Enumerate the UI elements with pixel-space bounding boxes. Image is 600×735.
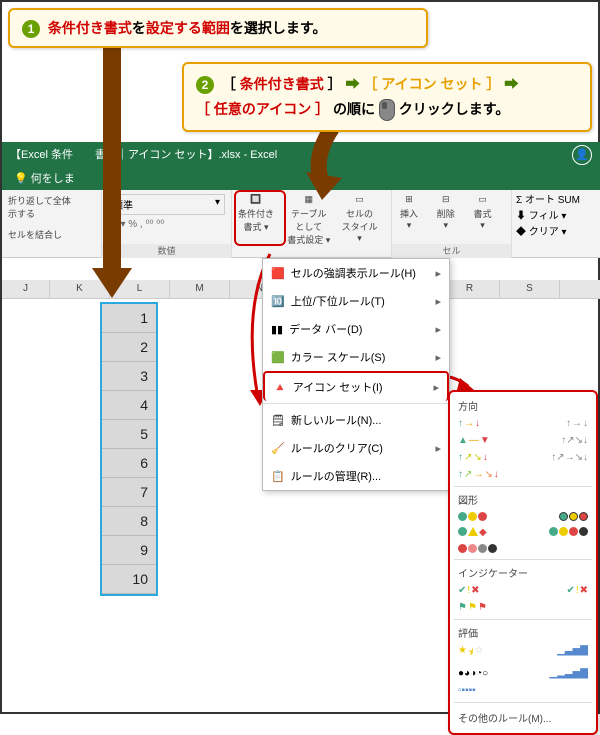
menu-icon-sets[interactable]: 🔺アイコン セット(I)▸ xyxy=(263,371,449,401)
section-direction: 方向 xyxy=(454,396,592,415)
menu-data-bars[interactable]: ▮▮データ バー(D)▸ xyxy=(263,315,449,343)
iconset-3triangles[interactable]: ▲—▼ xyxy=(458,435,490,446)
chevron-right-icon: ▸ xyxy=(435,295,441,308)
selected-range[interactable]: 1 2 3 4 5 6 7 8 9 10 xyxy=(100,302,158,596)
col-header[interactable]: S xyxy=(500,280,560,298)
cell[interactable]: 3 xyxy=(102,362,156,391)
iconset-3signs[interactable]: ◆ xyxy=(458,527,487,538)
col-header[interactable]: M xyxy=(170,280,230,298)
iconset-4bars[interactable]: ▁▃▅▇ xyxy=(557,645,588,662)
arrow-right-icon: ➡ xyxy=(346,76,360,92)
cell[interactable]: 2 xyxy=(102,333,156,362)
delete-icon: ⊟ xyxy=(433,194,459,205)
menu-manage-rules[interactable]: 📋ルールの管理(R)... xyxy=(263,462,449,490)
iconset-4arrows-gray[interactable]: ↑↗↘↓ xyxy=(561,435,588,446)
chevron-right-icon: ▸ xyxy=(435,351,441,364)
format-button[interactable]: ▭書式 ▾ xyxy=(466,190,500,233)
section-rating: 評価 xyxy=(454,623,592,642)
arrow-down-brown-1 xyxy=(72,38,152,298)
iconset-icon: 🔺 xyxy=(273,381,287,394)
highlight-cf-button xyxy=(234,190,286,246)
iconset-3stars[interactable]: ★⯨☆ xyxy=(458,645,483,662)
iconset-3traffic-rim[interactable] xyxy=(559,512,588,521)
menu-color-scales[interactable]: 🟩カラー スケール(S)▸ xyxy=(263,343,449,371)
share-icon[interactable]: 👤 xyxy=(572,145,592,165)
autosum-button[interactable]: Σ オート SUM xyxy=(516,193,598,209)
more-rules[interactable]: その他のルール(M)... xyxy=(454,706,592,729)
menu-new-rule[interactable]: 🗒新しいルール(N)... xyxy=(263,406,449,434)
iconset-5boxes[interactable]: ▫▪▪▪▪ xyxy=(458,685,476,696)
iconset-redblack[interactable] xyxy=(458,544,497,553)
chevron-right-icon: ▸ xyxy=(435,323,441,336)
clear-button[interactable]: ◆ クリア ▾ xyxy=(516,225,598,241)
col-header[interactable]: J xyxy=(2,280,50,298)
cell[interactable]: 10 xyxy=(102,565,156,594)
iconset-5arrows-gray[interactable]: ↑↗→↘↓ xyxy=(551,452,588,463)
format-icon: ▭ xyxy=(470,194,496,205)
chevron-right-icon: ▸ xyxy=(433,381,439,394)
cell[interactable]: 4 xyxy=(102,391,156,420)
cell[interactable]: 6 xyxy=(102,449,156,478)
clear-icon: 🧹 xyxy=(271,442,285,455)
rank-icon: 🔟 xyxy=(271,295,285,308)
iconset-3flags[interactable]: ⚑⚑⚑ xyxy=(458,602,487,613)
callout-1-num: 1 xyxy=(22,20,40,38)
callout-2: 2 ［ 条件付き書式 ］ ➡ ［ アイコン セット ］ ➡ ［ 任意のアイコン … xyxy=(182,62,592,132)
iconset-3traffic[interactable] xyxy=(458,512,487,521)
iconset-4arrows[interactable]: ↑↗↘↓ xyxy=(458,452,488,463)
new-icon: 🗒 xyxy=(271,414,285,427)
menu-top-bottom-rules[interactable]: 🔟上位/下位ルール(T)▸ xyxy=(263,287,449,315)
manage-icon: 📋 xyxy=(271,470,285,483)
iconset-5quarters[interactable]: ●◕◑◔○ xyxy=(458,668,488,679)
iconset-3symbols[interactable]: ✔!✖ xyxy=(566,585,588,596)
chevron-right-icon: ▸ xyxy=(435,267,441,280)
arrow-down-brown-2 xyxy=(292,128,372,208)
arrow-right-icon: ➡ xyxy=(504,76,518,92)
iconset-3arrows[interactable]: ↑→↓ xyxy=(458,418,480,429)
delete-button[interactable]: ⊟削除 ▾ xyxy=(429,190,463,233)
iconset-4traffic[interactable] xyxy=(549,527,588,538)
iconset-3symbols-circle[interactable]: ✔!✖ xyxy=(458,585,480,596)
conditional-formatting-menu: 🟥セルの強調表示ルール(H)▸ 🔟上位/下位ルール(T)▸ ▮▮データ バー(D… xyxy=(262,258,450,491)
databar-icon: ▮▮ xyxy=(271,323,283,336)
chevron-right-icon: ▸ xyxy=(435,442,441,455)
ribbon-group-cells: セル xyxy=(392,244,511,258)
cell[interactable]: 7 xyxy=(102,478,156,507)
fill-button[interactable]: ⬇ フィル ▾ xyxy=(516,209,598,225)
mouse-icon xyxy=(379,99,395,121)
cell[interactable]: 5 xyxy=(102,420,156,449)
section-indicator: インジケーター xyxy=(454,563,592,582)
insert-button[interactable]: ⊞挿入 ▾ xyxy=(392,190,426,233)
icon-sets-submenu: 方向 ↑→↓ ↑→↓ ▲—▼ ↑↗↘↓ ↑↗↘↓ ↑↗→↘↓ ↑↗→↘↓ 図形 … xyxy=(448,390,598,735)
iconset-3arrows-gray[interactable]: ↑→↓ xyxy=(566,418,588,429)
section-shapes: 図形 xyxy=(454,490,592,509)
cell[interactable]: 9 xyxy=(102,536,156,565)
highlight-icon: 🟥 xyxy=(271,267,285,280)
iconset-5bars[interactable]: ▁▂▃▅▇ xyxy=(550,668,588,679)
menu-clear-rules[interactable]: 🧹ルールのクリア(C)▸ xyxy=(263,434,449,462)
insert-icon: ⊞ xyxy=(396,194,422,205)
menu-highlight-rules[interactable]: 🟥セルの強調表示ルール(H)▸ xyxy=(263,259,449,287)
callout-2-num: 2 xyxy=(196,76,214,94)
colorscale-icon: 🟩 xyxy=(271,351,285,364)
cell[interactable]: 8 xyxy=(102,507,156,536)
iconset-5arrows[interactable]: ↑↗→↘↓ xyxy=(458,469,499,480)
cell[interactable]: 1 xyxy=(102,304,156,333)
callout-1: 1 条件付き書式を設定する範囲を選択します。 xyxy=(8,8,428,48)
